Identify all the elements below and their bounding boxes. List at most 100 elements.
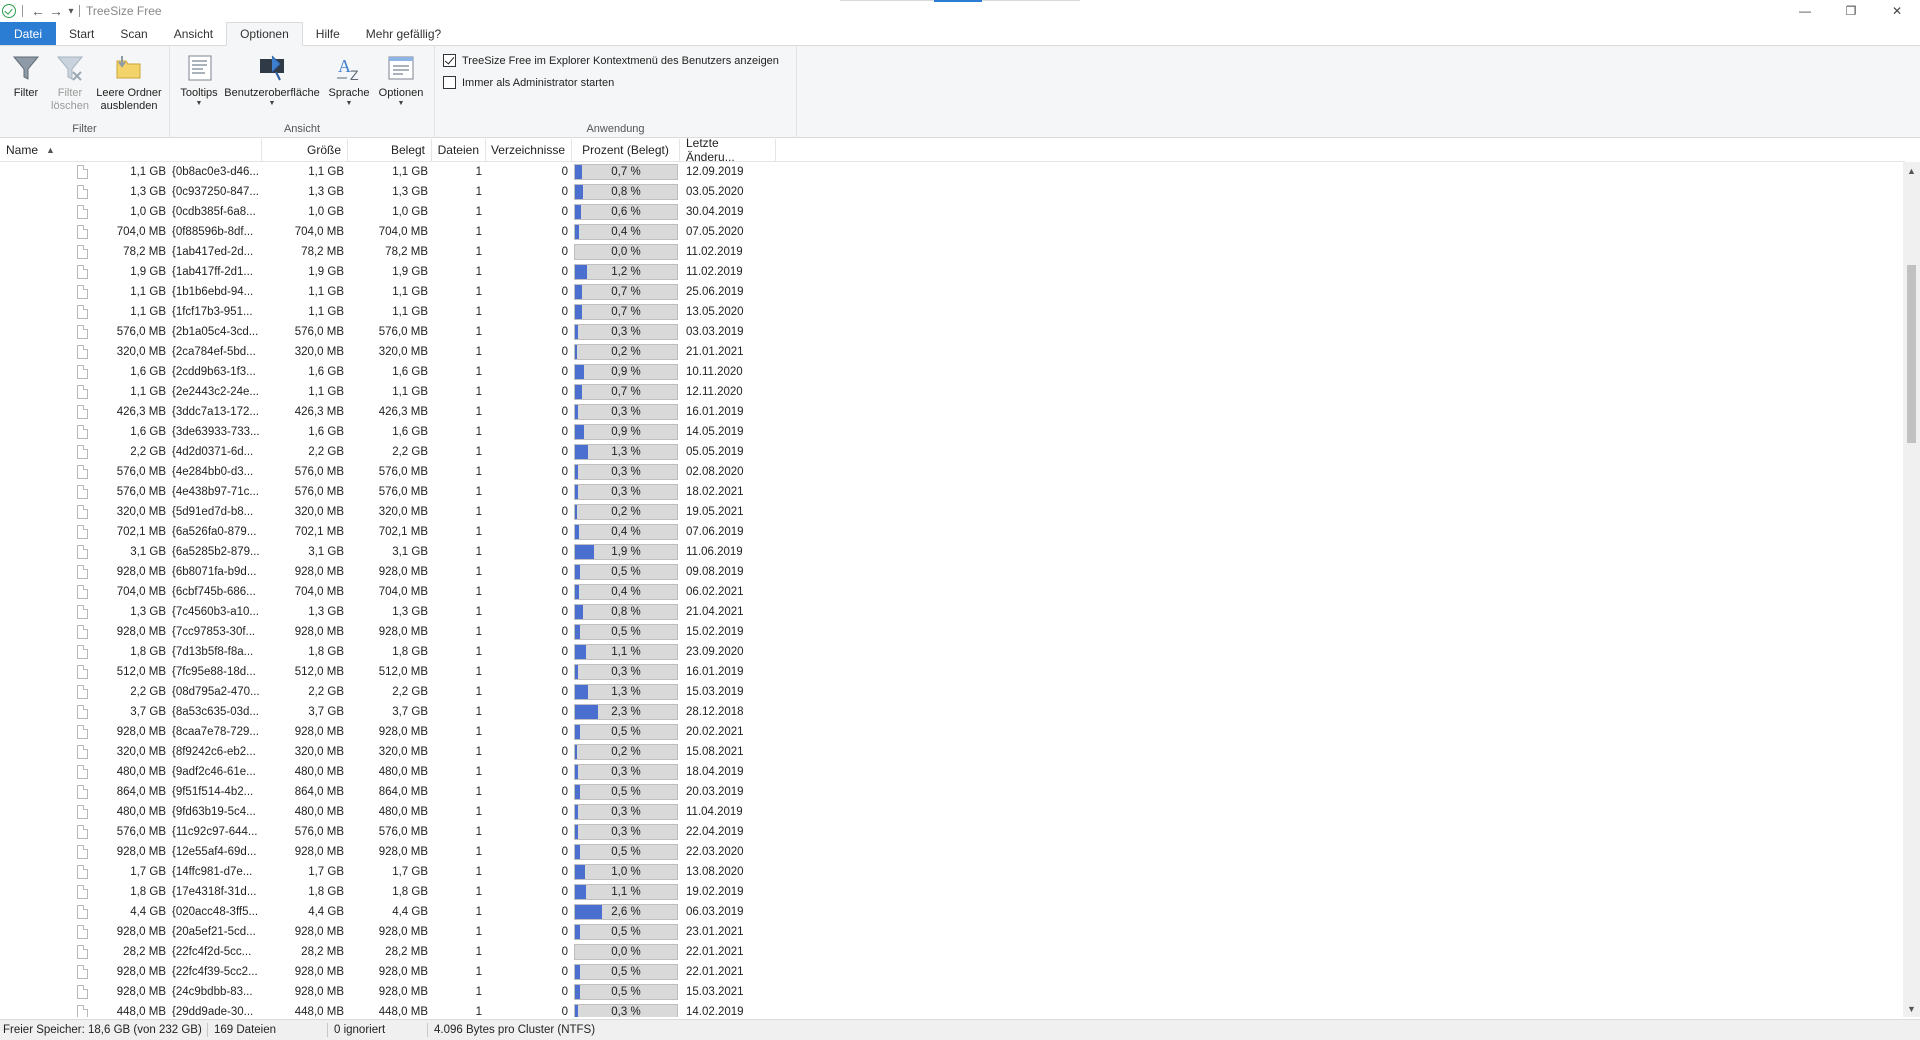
table-row[interactable]: 1,7 GB {14ffc981-d7e... 1,7 GB 1,7 GB 1 0 13.0…: [0, 862, 1905, 882]
column-header-name[interactable]: Name ▲: [0, 139, 262, 161]
row-folders: 0: [561, 786, 568, 798]
table-row[interactable]: 928,0 MB {7cc97853-30f... 928,0 MB 928,0 MB…: [0, 622, 1905, 642]
tab-start[interactable]: Start: [56, 22, 107, 45]
column-header-files[interactable]: Dateien: [432, 139, 486, 161]
column-header-modified[interactable]: Letzte Änderu...: [680, 136, 776, 164]
tab-mehr-gefaellig[interactable]: Mehr gefällig?: [353, 22, 454, 45]
scroll-down-icon[interactable]: ▼: [1903, 1000, 1920, 1017]
context-menu-option[interactable]: TreeSize Free im Explorer Kontextmenü de…: [443, 54, 779, 67]
percent-bar: 0,4 %: [574, 584, 678, 600]
percent-bar-fill: [575, 1005, 579, 1017]
percent-bar-fill: [575, 205, 582, 219]
table-row[interactable]: 1,1 GB {0b8ac0e3-d46... 1,1 GB 1,1 GB 1 0 12.0…: [0, 162, 1905, 182]
table-row[interactable]: 3,7 GB {8a53c635-03d... 3,7 GB 3,7 GB 1 0 28.1…: [0, 702, 1905, 722]
tab-scan[interactable]: Scan: [107, 22, 160, 45]
table-row[interactable]: 1,6 GB {2cdd9b63-1f3... 1,6 GB 1,6 GB 1 0 10.1…: [0, 362, 1905, 382]
column-header-name-label: Name: [6, 143, 39, 157]
filter-clear-button[interactable]: Filter löschen: [48, 52, 92, 113]
row-allocated: 928,0 MB: [378, 966, 428, 978]
table-row[interactable]: 448,0 MB {29dd9ade-30... 448,0 MB 448,0 MB 1…: [0, 1002, 1905, 1017]
table-row[interactable]: 2,2 GB {4d2d0371-6d... 2,2 GB 2,2 GB 1 0 05.05…: [0, 442, 1905, 462]
percent-bar-fill: [575, 285, 583, 299]
table-row[interactable]: 480,0 MB {9fd63b19-5c4... 480,0 MB 480,0 MB…: [0, 802, 1905, 822]
table-row[interactable]: 704,0 MB {6cbf745b-686... 704,0 MB 704,0 MB…: [0, 582, 1905, 602]
table-row[interactable]: 320,0 MB {8f9242c6-eb2... 320,0 MB 320,0 MB…: [0, 742, 1905, 762]
file-icon: [77, 365, 88, 379]
filter-button[interactable]: Filter: [6, 52, 46, 100]
row-size: 704,0 MB: [294, 226, 344, 238]
close-button[interactable]: ✕: [1874, 0, 1920, 22]
table-row[interactable]: 320,0 MB {2ca784ef-5bd... 320,0 MB 320,0 MB…: [0, 342, 1905, 362]
percent-bar: 0,5 %: [574, 784, 678, 800]
table-row[interactable]: 1,8 GB {17e4318f-31d... 1,8 GB 1,8 GB 1 0 19.0…: [0, 882, 1905, 902]
table-row[interactable]: 576,0 MB {4e438b97-71c... 576,0 MB 576,0 MB…: [0, 482, 1905, 502]
table-row[interactable]: 576,0 MB {4e284bb0-d3... 576,0 MB 576,0 MB 1…: [0, 462, 1905, 482]
table-row[interactable]: 1,1 GB {1b1b6ebd-94... 1,1 GB 1,1 GB 1 0 25.06…: [0, 282, 1905, 302]
minimize-button[interactable]: —: [1782, 0, 1828, 22]
table-row[interactable]: 928,0 MB {24c9bdbb-83... 928,0 MB 928,0 MB 1…: [0, 982, 1905, 1002]
percent-label: 0,2 %: [611, 746, 641, 758]
table-row[interactable]: 704,0 MB {0f88596b-8df... 704,0 MB 704,0 MB…: [0, 222, 1905, 242]
row-folders: 0: [561, 526, 568, 538]
percent-bar: 0,3 %: [574, 484, 678, 500]
row-files: 1: [475, 386, 482, 398]
admin-start-option[interactable]: Immer als Administrator starten: [443, 76, 614, 89]
context-menu-checkbox[interactable]: [443, 54, 456, 67]
tab-optionen[interactable]: Optionen: [226, 22, 303, 46]
table-row[interactable]: 928,0 MB {20a5ef21-5cd... 928,0 MB 928,0 MB…: [0, 922, 1905, 942]
row-file-name: {2ca784ef-5bd...: [172, 346, 256, 358]
table-row[interactable]: 928,0 MB {8caa7e78-729... 928,0 MB 928,0 MB…: [0, 722, 1905, 742]
user-interface-button[interactable]: Benutzeroberfläche ▼: [222, 52, 322, 108]
table-row[interactable]: 4,4 GB {020acc48-3ff5... 4,4 GB 4,4 GB 1 0 06.…: [0, 902, 1905, 922]
table-row[interactable]: 928,0 MB {12e55af4-69d... 928,0 MB 928,0 MB…: [0, 842, 1905, 862]
table-row[interactable]: 28,2 MB {22fc4f2d-5cc... 28,2 MB 28,2 MB 1 0 2…: [0, 942, 1905, 962]
table-row[interactable]: 320,0 MB {5d91ed7d-b8... 320,0 MB 320,0 MB 1…: [0, 502, 1905, 522]
column-header-size[interactable]: Größe: [262, 139, 348, 161]
table-row[interactable]: 1,3 GB {7c4560b3-a10... 1,3 GB 1,3 GB 1 0 21.0…: [0, 602, 1905, 622]
table-row[interactable]: 928,0 MB {22fc4f39-5cc2... 928,0 MB 928,0 M…: [0, 962, 1905, 982]
table-row[interactable]: 864,0 MB {9f51f514-4b2... 864,0 MB 864,0 MB…: [0, 782, 1905, 802]
quick-access-dropdown-icon[interactable]: ▾: [65, 2, 77, 20]
vertical-scrollbar[interactable]: ▲ ▼: [1903, 162, 1920, 1017]
row-file-name: {22fc4f2d-5cc...: [172, 946, 252, 958]
percent-bar: 0,5 %: [574, 984, 678, 1000]
file-icon: [77, 765, 88, 779]
table-row[interactable]: 1,1 GB {2e2443c2-24e... 1,1 GB 1,1 GB 1 0 12.1…: [0, 382, 1905, 402]
admin-start-checkbox[interactable]: [443, 76, 456, 89]
table-row[interactable]: 702,1 MB {6a526fa0-879... 702,1 MB 702,1 MB…: [0, 522, 1905, 542]
table-row[interactable]: 576,0 MB {11c92c97-644... 576,0 MB 576,0 MB…: [0, 822, 1905, 842]
tooltips-button[interactable]: Tooltips ▼: [178, 52, 220, 108]
tab-datei[interactable]: Datei: [0, 22, 57, 45]
table-row[interactable]: 3,1 GB {6a5285b2-879... 3,1 GB 3,1 GB 1 0 11.0…: [0, 542, 1905, 562]
table-row[interactable]: 1,9 GB {1ab417ff-2d1... 1,9 GB 1,9 GB 1 0 11.0…: [0, 262, 1905, 282]
column-header-allocated[interactable]: Belegt: [348, 139, 432, 161]
table-row[interactable]: 1,1 GB {1fcf17b3-951... 1,1 GB 1,1 GB 1 0 13.0…: [0, 302, 1905, 322]
table-row[interactable]: 1,8 GB {7d13b5f8-f8a... 1,8 GB 1,8 GB 1 0 23.0…: [0, 642, 1905, 662]
language-button[interactable]: A Z Sprache ▼: [326, 52, 372, 108]
column-header-percent[interactable]: Prozent (Belegt): [572, 139, 680, 161]
table-row[interactable]: 1,6 GB {3de63933-733... 1,6 GB 1,6 GB 1 0 14.0…: [0, 422, 1905, 442]
forward-arrow-icon[interactable]: →: [47, 2, 65, 20]
tab-ansicht[interactable]: Ansicht: [161, 22, 226, 45]
table-row[interactable]: 78,2 MB {1ab417ed-2d... 78,2 MB 78,2 MB 1 0 11…: [0, 242, 1905, 262]
row-modified: 11.04.2019: [686, 806, 743, 818]
scroll-up-icon[interactable]: ▲: [1903, 162, 1920, 179]
table-row[interactable]: 512,0 MB {7fc95e88-18d... 512,0 MB 512,0 MB…: [0, 662, 1905, 682]
percent-label: 0,4 %: [611, 526, 641, 538]
table-row[interactable]: 426,3 MB {3ddc7a13-172... 426,3 MB 426,3 MB…: [0, 402, 1905, 422]
row-modified: 11.02.2019: [686, 266, 743, 278]
scrollbar-thumb[interactable]: [1907, 265, 1916, 443]
options-button[interactable]: Optionen ▼: [374, 52, 428, 108]
tab-hilfe[interactable]: Hilfe: [303, 22, 353, 45]
back-arrow-icon[interactable]: ←: [29, 2, 47, 20]
table-row[interactable]: 928,0 MB {6b8071fa-b9d... 928,0 MB 928,0 MB…: [0, 562, 1905, 582]
row-files: 1: [475, 946, 482, 958]
table-row[interactable]: 1,3 GB {0c937250-847... 1,3 GB 1,3 GB 1 0 03.0…: [0, 182, 1905, 202]
restore-button[interactable]: ❐: [1828, 0, 1874, 22]
table-row[interactable]: 2,2 GB {08d795a2-470... 2,2 GB 2,2 GB 1 0 15.0…: [0, 682, 1905, 702]
hide-empty-folders-button[interactable]: Leere Ordner ausblenden: [94, 52, 164, 113]
table-row[interactable]: 1,0 GB {0cdb385f-6a8... 1,0 GB 1,0 GB 1 0 30.0…: [0, 202, 1905, 222]
table-row[interactable]: 576,0 MB {2b1a05c4-3cd... 576,0 MB 576,0 MB…: [0, 322, 1905, 342]
column-header-folders[interactable]: Verzeichnisse: [486, 139, 572, 161]
table-row[interactable]: 480,0 MB {9adf2c46-61e... 480,0 MB 480,0 MB…: [0, 762, 1905, 782]
